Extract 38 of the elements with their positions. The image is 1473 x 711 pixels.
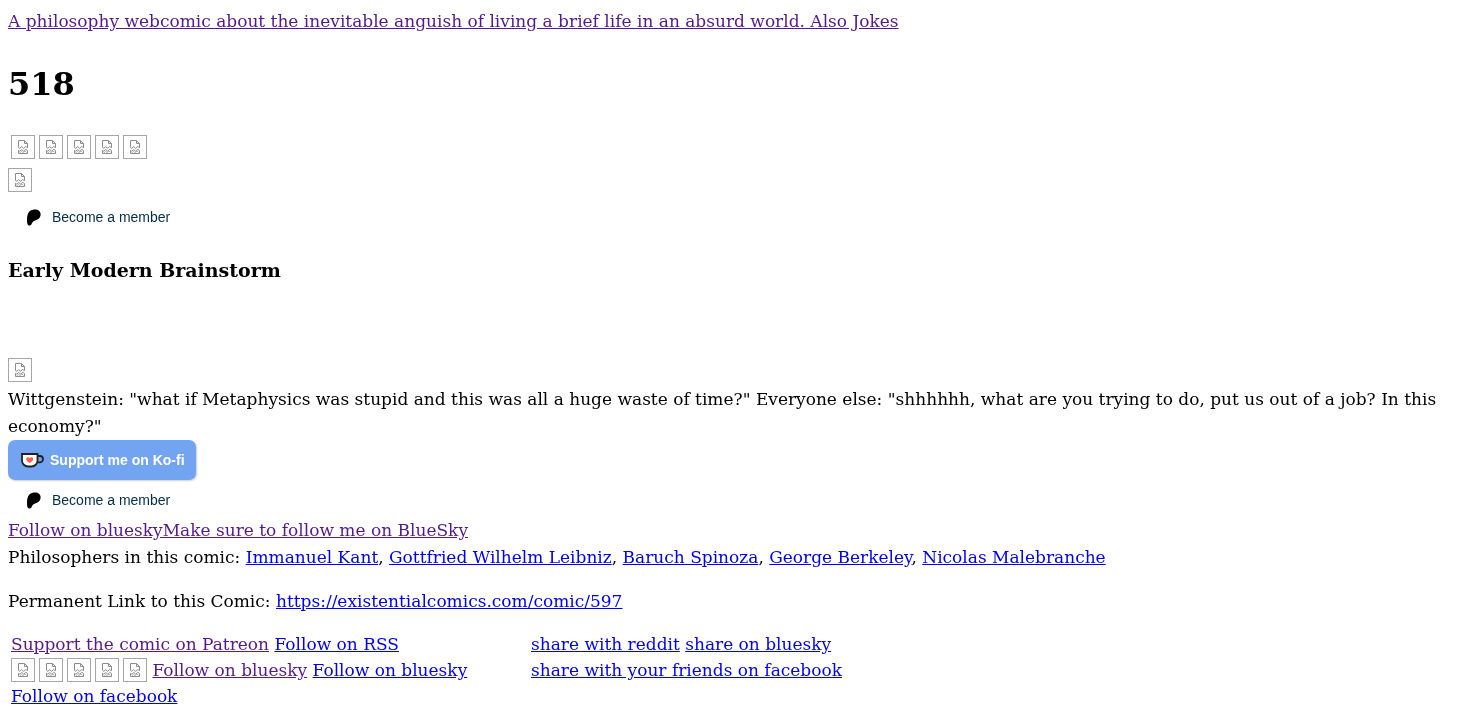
share-link[interactable]: share with your friends on facebook	[531, 660, 842, 680]
broken-image-icon[interactable]	[11, 135, 35, 159]
broken-image-icon[interactable]	[123, 658, 147, 682]
broken-image-icon[interactable]	[8, 168, 32, 192]
broken-image-icon[interactable]	[95, 658, 119, 682]
philosopher-link[interactable]: Baruch Spinoza	[622, 547, 759, 567]
philosopher-link[interactable]: Nicolas Malebranche	[922, 547, 1106, 567]
blob-icon	[27, 208, 41, 226]
share-link[interactable]: share on bluesky	[685, 634, 832, 654]
philosopher-link[interactable]: George Berkeley	[769, 547, 912, 567]
follow-link[interactable]: Follow on RSS	[274, 634, 399, 654]
permalink-link[interactable]: https://existentialcomics.com/comic/597	[275, 591, 623, 611]
follow-link[interactable]: Support the comic on Patreon	[11, 634, 270, 654]
follow-link[interactable]: Follow on facebook	[11, 686, 178, 706]
comic-number: 518	[8, 64, 75, 105]
broken-image-icon[interactable]	[67, 658, 91, 682]
philosopher-link[interactable]: Gottfried Wilhelm Leibniz	[389, 547, 612, 567]
blob-icon	[27, 491, 41, 509]
tagline-link[interactable]: A philosophy webcomic about the inevitable anguish of living a brief life in an absurd world. Also Jokes	[8, 11, 899, 31]
comic-caption: Wittgenstein: "what if Metaphysics was stupid and this was all a huge waste of time?" Everyone else: "shhhhhh, what are you trying to do, put us out of a job? In this economy?"	[8, 388, 1438, 438]
broken-image-icon[interactable]	[67, 135, 91, 159]
share-link[interactable]: share with reddit	[531, 634, 680, 654]
philosophers-sentence: Philosophers in this comic: Immanuel Kant, Gottfried Wilhelm Leibniz, Baruch Spinoza, George Berkeley, Nicolas Malebranche	[8, 546, 1107, 569]
broken-image-icon	[8, 358, 32, 382]
broken-image-icon[interactable]	[11, 658, 35, 682]
broken-image-icon[interactable]	[123, 135, 147, 159]
broken-image-icon[interactable]	[95, 135, 119, 159]
member-button[interactable]: Become a member	[27, 208, 171, 226]
follow-link[interactable]: Follow on blueskyMake sure to follow me on BlueSky	[8, 520, 468, 540]
broken-image-icon[interactable]	[39, 135, 63, 159]
cup-icon	[20, 451, 44, 469]
follow-link[interactable]: Follow on bluesky	[312, 660, 468, 680]
philosopher-link[interactable]: Immanuel Kant	[245, 547, 379, 567]
broken-image-icon[interactable]	[39, 658, 63, 682]
follow-link[interactable]: Follow on bluesky	[152, 660, 308, 680]
member-button[interactable]: Become a member	[27, 491, 171, 509]
comic-title: Early Modern Brainstorm	[8, 258, 281, 283]
permalink-sentence: Permanent Link to this Comic: https://existentialcomics.com/comic/597	[8, 590, 624, 613]
